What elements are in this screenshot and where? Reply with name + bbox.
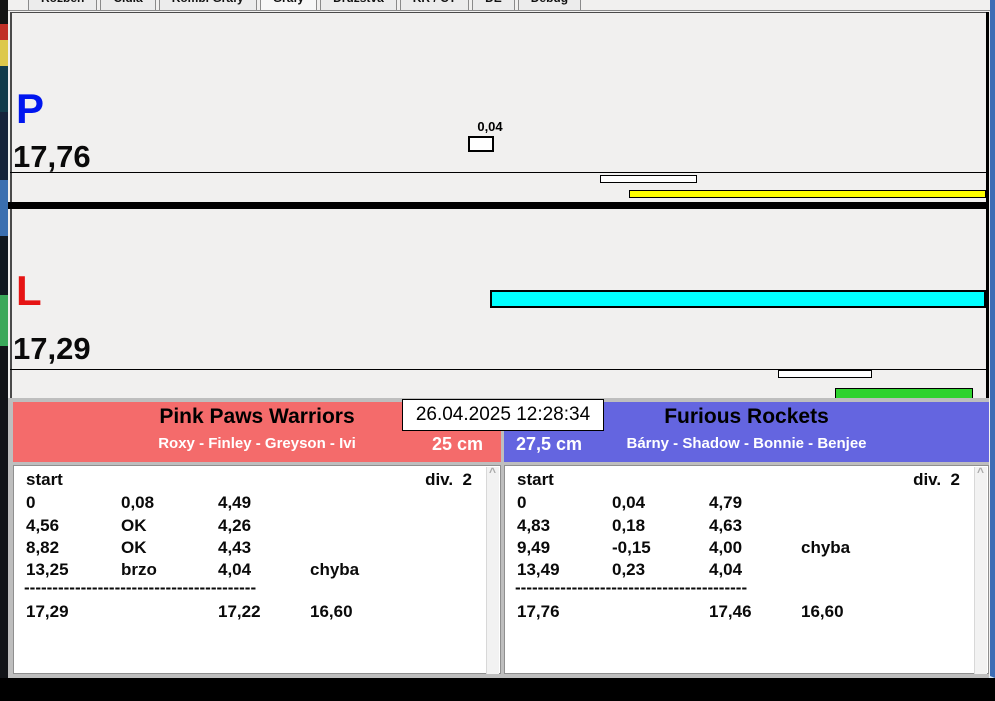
cell-split: 9,49 (517, 538, 551, 557)
lane-divider (8, 202, 989, 209)
cell-split: 4,83 (517, 516, 551, 535)
table-totals-row: 17,76 17,46 16,60 (505, 602, 988, 624)
cell-cross: 0,23 (612, 560, 646, 579)
total-time: 17,76 (517, 602, 560, 621)
table-header-row: start div. 2 (14, 470, 500, 492)
lane-p-bar-yellow (629, 190, 986, 198)
cell-cross: OK (121, 516, 147, 535)
lane-l-bar-cyan (490, 290, 986, 308)
scroll-up-icon[interactable]: ^ (489, 465, 496, 479)
cell-dogtime: 4,04 (218, 560, 252, 579)
desktop-background-sliver (0, 0, 8, 678)
team-left-results-table: start div. 2 0 0,08 4,49 4,56 OK 4,26 8,… (13, 465, 501, 674)
tab-rozbeh[interactable]: Rozběh (28, 0, 98, 10)
cell-split: 13,25 (26, 560, 69, 579)
lane-p-marker-value: 0,04 (477, 119, 503, 134)
tab-strip: Rozběh Čidla Kombi Grafy Grafy Družstva … (28, 0, 584, 10)
cell-flag: chyba (801, 538, 851, 557)
tabbar-divider (8, 10, 990, 11)
tab-grafy[interactable]: Grafy (259, 0, 318, 10)
cell-cross: 0,08 (121, 493, 155, 512)
cell-split: 0 (517, 493, 527, 512)
table-row: 0 0,08 4,49 (14, 493, 500, 515)
clean-time: 17,46 (709, 602, 752, 621)
table-scrollbar[interactable]: ^ (486, 465, 499, 674)
header-division: div. 2 (913, 470, 960, 489)
header-start: start (26, 470, 63, 489)
cell-dogtime: 4,00 (709, 538, 743, 557)
table-separator: ----------------------------------------… (515, 578, 748, 597)
table-separator: ----------------------------------------… (24, 578, 257, 597)
cell-split: 0 (26, 493, 36, 512)
chart-frame-top (10, 12, 986, 13)
tab-druzstva[interactable]: Družstva (320, 0, 397, 10)
cell-dogtime: 4,79 (709, 493, 743, 512)
table-row: 4,83 0,18 4,63 (505, 516, 988, 538)
tab-bar: Rozběh Čidla Kombi Grafy Grafy Družstva … (8, 0, 990, 10)
tab-cidla[interactable]: Čidla (100, 0, 156, 10)
header-division: div. 2 (425, 470, 472, 489)
cell-dogtime: 4,26 (218, 516, 252, 535)
table-scrollbar[interactable]: ^ (974, 465, 987, 674)
cell-cross: brzo (121, 560, 157, 579)
lane-p-segment-outline (600, 175, 697, 183)
cell-cross: -0,15 (612, 538, 651, 557)
app-window: Rozběh Čidla Kombi Grafy Grafy Družstva … (8, 0, 995, 678)
team-right-results-table: start div. 2 0 0,04 4,79 4,83 0,18 4,63 … (504, 465, 989, 674)
lane-l-time: 17,29 (13, 331, 91, 366)
lane-p-baseline (10, 172, 986, 173)
scoreboard-panel: Pink Paws Warriors Roxy - Finley - Greys… (8, 398, 989, 678)
cell-dogtime: 4,49 (218, 493, 252, 512)
tab-kombi-grafy[interactable]: Kombi Grafy (158, 0, 257, 10)
team-left-dogs: Roxy - Finley - Greyson - Ivi (158, 435, 356, 452)
lane-l-label: L (16, 267, 42, 314)
table-row: 4,56 OK 4,26 (14, 516, 500, 538)
cell-dogtime: 4,63 (709, 516, 743, 535)
lane-p-time: 17,76 (13, 139, 91, 174)
team-right-jump-height: 27,5 cm (516, 434, 583, 454)
tab-de[interactable]: DE (472, 0, 515, 10)
table-totals-row: 17,29 17,22 16,60 (14, 602, 500, 624)
best-time: 16,60 (310, 602, 353, 621)
cell-cross: 0,18 (612, 516, 646, 535)
tab-debug[interactable]: Debug (517, 0, 582, 10)
tab-kr-ct[interactable]: KR / ČT (399, 0, 470, 10)
cell-cross: 0,04 (612, 493, 646, 512)
cell-split: 13,49 (517, 560, 560, 579)
cell-split: 4,56 (26, 516, 60, 535)
lane-l-segment-outline (778, 370, 872, 378)
lane-p-label: P (16, 85, 45, 132)
cell-dogtime: 4,04 (709, 560, 743, 579)
table-header-row: start div. 2 (505, 470, 988, 492)
team-left-jump-height: 25 cm (431, 434, 483, 454)
scroll-up-icon[interactable]: ^ (977, 465, 984, 479)
total-time: 17,29 (26, 602, 69, 621)
table-row: 9,49 -0,15 4,00 chyba (505, 538, 988, 560)
lane-p-marker-box (468, 136, 494, 152)
cell-flag: chyba (310, 560, 360, 579)
cell-split: 8,82 (26, 538, 60, 557)
best-time: 16,60 (801, 602, 844, 621)
clean-time: 17,22 (218, 602, 261, 621)
cell-cross: OK (121, 538, 147, 557)
table-row: 8,82 OK 4,43 (14, 538, 500, 560)
run-timestamp: 26.04.2025 12:28:34 (402, 399, 604, 431)
header-start: start (517, 470, 554, 489)
table-row: 0 0,04 4,79 (505, 493, 988, 515)
cell-dogtime: 4,43 (218, 538, 252, 557)
